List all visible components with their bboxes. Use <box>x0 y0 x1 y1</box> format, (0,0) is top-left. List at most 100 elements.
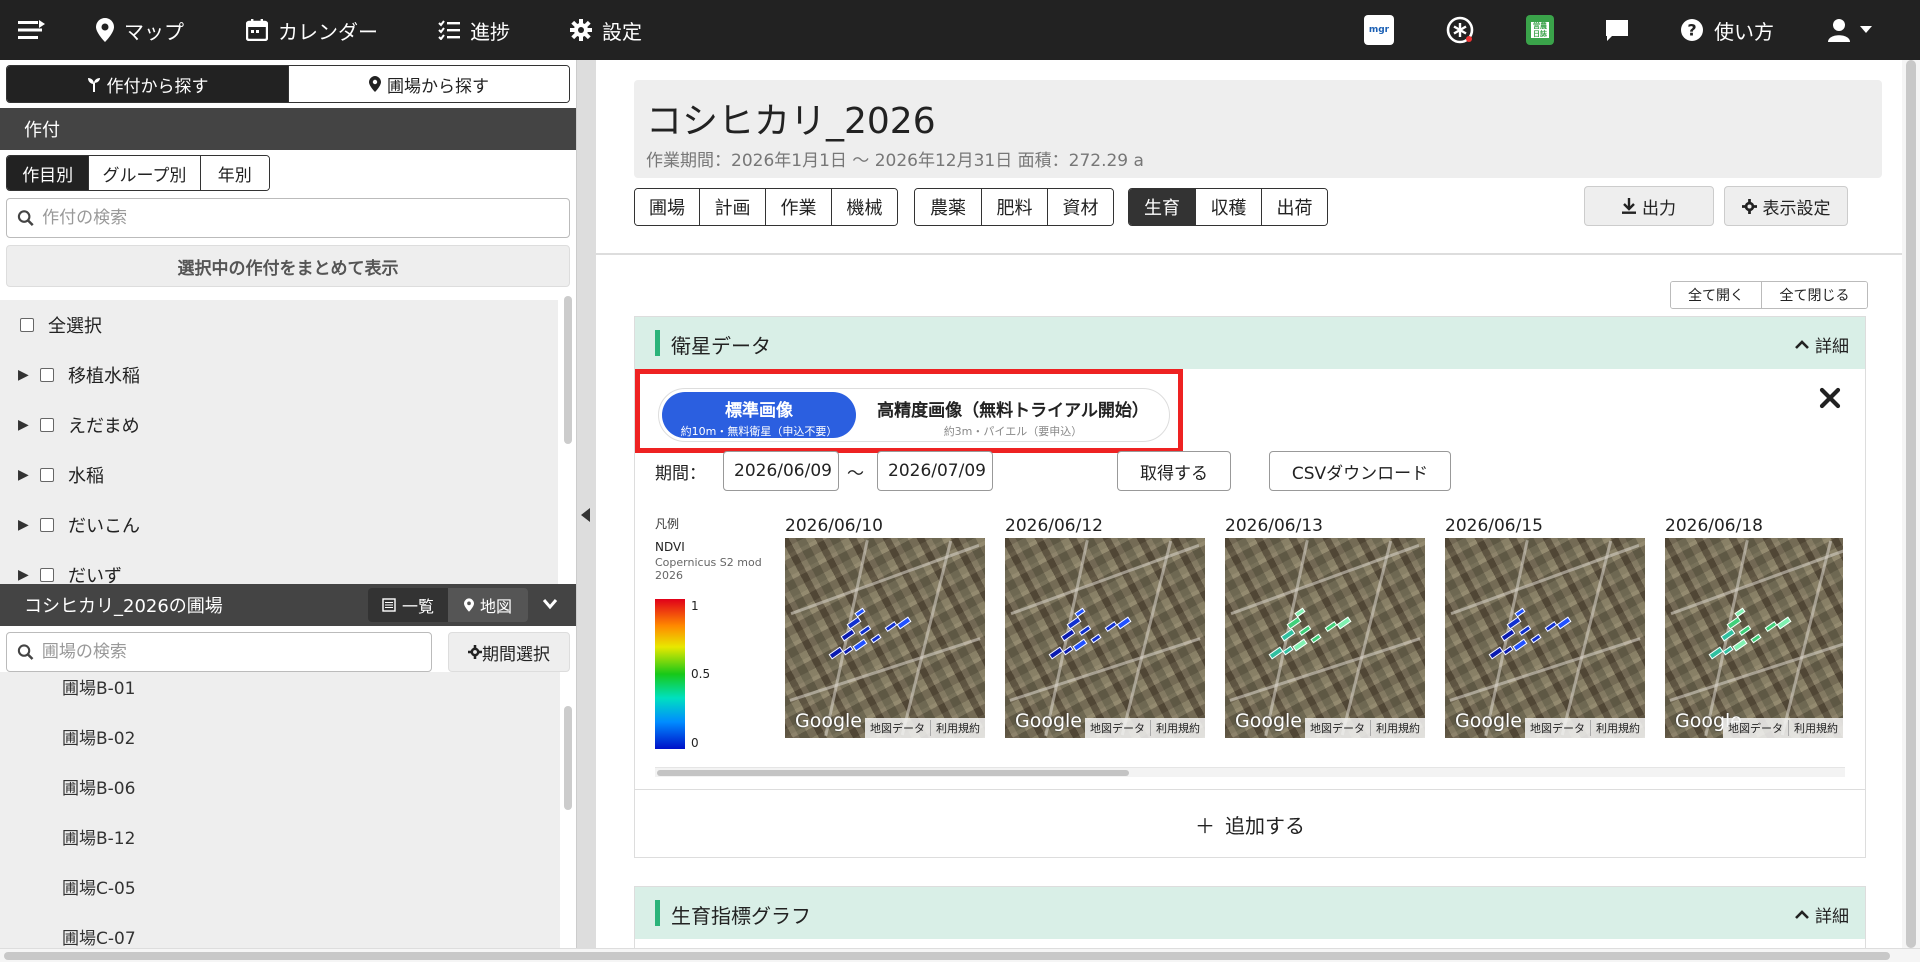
expand-arrow-icon[interactable]: ▶ <box>18 367 40 383</box>
tab-harvest[interactable]: 収穫 <box>1195 189 1261 225</box>
expand-arrow-icon[interactable]: ▶ <box>18 417 40 433</box>
terms-link[interactable]: 利用規約 <box>1590 720 1645 736</box>
list-item[interactable]: ▶ えだまめ <box>0 400 558 450</box>
period-select-button[interactable]: 期間選択 <box>448 632 570 672</box>
close-icon[interactable] <box>1819 387 1841 409</box>
list-item[interactable]: 圃場B-12 <box>62 824 135 849</box>
terms-link[interactable]: 利用規約 <box>930 720 985 736</box>
nav-calendar[interactable]: カレンダー <box>246 0 378 60</box>
field-ndvi-polygon[interactable] <box>858 625 872 636</box>
list-item[interactable]: ▶ だいず <box>0 550 558 584</box>
crop-checkbox[interactable] <box>40 368 54 382</box>
tab-field[interactable]: 圃場 <box>635 189 699 225</box>
field-ndvi-polygon[interactable] <box>1072 638 1088 652</box>
field-ndvi-polygon[interactable] <box>1336 616 1352 630</box>
csv-download-button[interactable]: CSVダウンロード <box>1269 451 1451 491</box>
field-ndvi-polygon[interactable] <box>1738 625 1752 636</box>
tab-by-year[interactable]: 年別 <box>199 156 269 190</box>
list-item[interactable]: 圃場B-02 <box>62 724 135 749</box>
field-ndvi-polygon[interactable] <box>1280 628 1296 642</box>
map-data-link[interactable]: 地図データ <box>1723 720 1788 736</box>
satellite-detail-toggle[interactable]: 詳細 <box>1795 332 1849 357</box>
tab-shipping[interactable]: 出荷 <box>1261 189 1327 225</box>
tab-fertilizer[interactable]: 肥料 <box>981 189 1047 225</box>
tab-plan[interactable]: 計画 <box>699 189 765 225</box>
field-ndvi-polygon[interactable] <box>896 616 912 630</box>
collapse-all-button[interactable]: 全て閉じる <box>1761 282 1867 308</box>
display-settings-button[interactable]: 表示設定 <box>1724 186 1848 226</box>
date-to-input[interactable]: 2026/07/09 <box>877 451 993 491</box>
field-ndvi-polygon[interactable] <box>1324 621 1338 632</box>
field-ndvi-polygon[interactable] <box>1530 633 1542 644</box>
field-ndvi-polygon[interactable] <box>1764 621 1778 632</box>
fetch-button[interactable]: 取得する <box>1117 451 1231 491</box>
list-item[interactable]: ▶ 水稲 <box>0 450 558 500</box>
field-search-input[interactable] <box>41 642 431 662</box>
field-ndvi-polygon[interactable] <box>1734 607 1746 618</box>
nav-map[interactable]: マップ <box>96 0 184 60</box>
nav-help[interactable]: ? 使い方 <box>1680 0 1774 60</box>
field-ndvi-polygon[interactable] <box>840 628 856 642</box>
field-ndvi-polygon[interactable] <box>1720 628 1736 642</box>
field-ndvi-polygon[interactable] <box>1556 616 1572 630</box>
list-item[interactable]: ▶ 移植水稲 <box>0 350 558 400</box>
field-ndvi-polygon[interactable] <box>854 607 866 618</box>
terms-link[interactable]: 利用規約 <box>1150 720 1205 736</box>
field-ndvi-polygon[interactable] <box>1514 607 1526 618</box>
tab-pesticide[interactable]: 農薬 <box>915 189 981 225</box>
map-data-link[interactable]: 地図データ <box>1085 720 1150 736</box>
crop-search-input[interactable] <box>42 208 569 228</box>
expand-arrow-icon[interactable]: ▶ <box>18 567 40 583</box>
crop-checkbox[interactable] <box>40 568 54 582</box>
expand-arrow-icon[interactable]: ▶ <box>18 517 40 533</box>
date-from-input[interactable]: 2026/06/09 <box>723 451 839 491</box>
field-ndvi-polygon[interactable] <box>1750 633 1762 644</box>
standard-image-option[interactable]: 標準画像 約10m・無料衛星（申込不要） <box>662 392 856 438</box>
tab-work[interactable]: 作業 <box>765 189 831 225</box>
field-ndvi-polygon[interactable] <box>1292 638 1308 652</box>
image-strip-scrollbar[interactable] <box>655 767 1845 777</box>
satellite-image-card[interactable]: 2026/06/18 Google 地図データ 利用規約 <box>1665 516 1843 738</box>
satellite-image-card[interactable]: 2026/06/10 Google 地図データ 利用規約 <box>785 516 985 738</box>
list-item[interactable]: ▶ だいこん <box>0 500 558 550</box>
scrollbar-thumb[interactable] <box>1906 60 1916 948</box>
satellite-image-card[interactable]: 2026/06/12 Google 地図データ 利用規約 <box>1005 516 1205 738</box>
tab-growth[interactable]: 生育 <box>1129 189 1195 225</box>
field-ndvi-polygon[interactable] <box>1078 625 1092 636</box>
app-mgr-button[interactable]: mgr <box>1364 0 1394 60</box>
field-ndvi-polygon[interactable] <box>1090 633 1102 644</box>
list-item[interactable]: 圃場B-06 <box>62 774 135 799</box>
field-view-list-button[interactable]: 一覧 <box>368 588 448 622</box>
field-ndvi-polygon[interactable] <box>1500 628 1516 642</box>
field-ndvi-polygon[interactable] <box>1518 625 1532 636</box>
tab-machine[interactable]: 機械 <box>831 189 897 225</box>
export-button[interactable]: 出力 <box>1584 186 1714 226</box>
crop-checkbox[interactable] <box>40 518 54 532</box>
tab-by-crop-type[interactable]: 作目別 <box>7 156 89 190</box>
field-ndvi-polygon[interactable] <box>1732 638 1748 652</box>
field-ndvi-polygon[interactable] <box>870 633 882 644</box>
show-selected-crops-button[interactable]: 選択中の作付をまとめて表示 <box>6 245 570 287</box>
select-all-row[interactable]: 全選択 <box>0 300 558 350</box>
tab-by-group[interactable]: グループ別 <box>88 156 200 190</box>
tab-material[interactable]: 資材 <box>1047 189 1113 225</box>
field-ndvi-polygon[interactable] <box>1310 633 1322 644</box>
field-ndvi-polygon[interactable] <box>1116 616 1132 630</box>
scrollbar-thumb[interactable] <box>4 952 1890 960</box>
satellite-map-image[interactable]: Google 地図データ 利用規約 <box>1445 538 1645 738</box>
satellite-map-image[interactable]: Google 地図データ 利用規約 <box>1665 538 1843 738</box>
field-list-scrollbar[interactable] <box>564 706 572 810</box>
menu-toggle-icon[interactable] <box>18 0 46 60</box>
nav-progress[interactable]: 進捗 <box>438 0 510 60</box>
map-data-link[interactable]: 地図データ <box>1525 720 1590 736</box>
satellite-image-card[interactable]: 2026/06/13 Google 地図データ 利用規約 <box>1225 516 1425 738</box>
satellite-map-image[interactable]: Google 地図データ 利用規約 <box>1225 538 1425 738</box>
crop-list-scrollbar[interactable] <box>564 296 572 444</box>
field-ndvi-polygon[interactable] <box>1060 628 1076 642</box>
app-sync-button[interactable] <box>1445 0 1475 60</box>
list-item[interactable]: 圃場B-01 <box>62 674 135 699</box>
satellite-image-card[interactable]: 2026/06/15 Google 地図データ 利用規約 <box>1445 516 1645 738</box>
field-ndvi-polygon[interactable] <box>852 638 868 652</box>
field-ndvi-polygon[interactable] <box>884 621 898 632</box>
field-ndvi-polygon[interactable] <box>1074 607 1086 618</box>
